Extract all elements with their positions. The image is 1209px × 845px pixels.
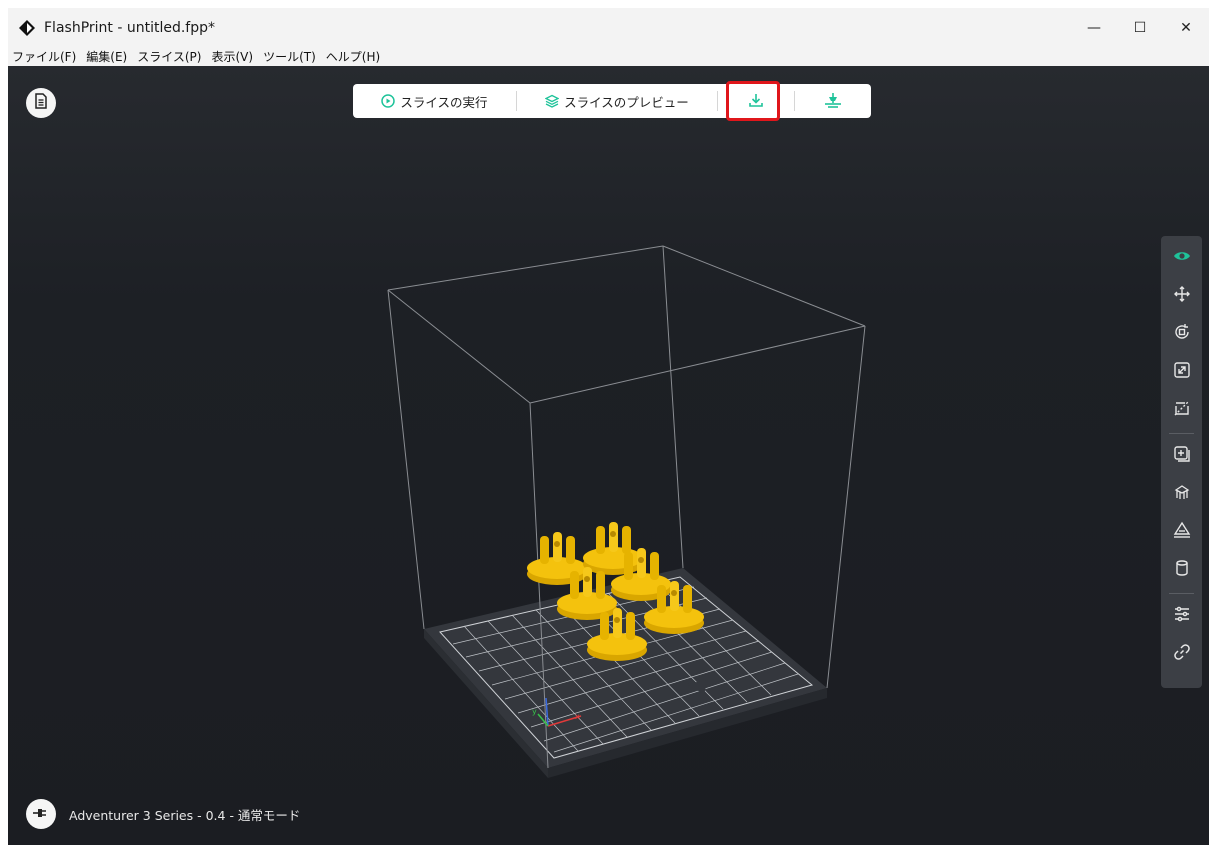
cut-icon	[1173, 399, 1191, 421]
cylinder-button[interactable]	[1161, 554, 1202, 586]
cylinder-icon	[1173, 559, 1191, 581]
place-on-face-icon	[1173, 521, 1191, 543]
layers-icon	[545, 94, 560, 108]
supports-button[interactable]	[1161, 478, 1202, 510]
panel-divider	[1169, 433, 1194, 434]
title-bar: FlashPrint - untitled.fpp* — ☐ ✕	[8, 8, 1209, 47]
menu-view[interactable]: 表示(V)	[207, 48, 259, 65]
machine-status-label: Adventurer 3 Series - 0.4 - 通常モード	[69, 807, 301, 823]
mount-model-2[interactable]	[583, 522, 643, 575]
rotate-button[interactable]	[1161, 318, 1202, 350]
move-button[interactable]	[1161, 280, 1202, 312]
document-icon	[33, 93, 49, 113]
3d-viewport[interactable]: x y スライスの実行 スライスのプレビュー Adventurer 3 Seri…	[8, 66, 1209, 845]
rotate-icon	[1173, 323, 1191, 345]
cut-button[interactable]	[1161, 394, 1202, 426]
run-slice-button[interactable]: スライスの実行	[353, 84, 516, 118]
move-icon	[1173, 285, 1191, 307]
printer-connect-icon	[824, 92, 842, 111]
menu-bar: ファイル(F) 編集(E) スライス(P) 表示(V) ツール(T) ヘルプ(H…	[8, 47, 1209, 66]
settings-sliders-icon	[1173, 605, 1191, 627]
right-tool-panel	[1161, 236, 1202, 688]
add-button[interactable]	[1161, 440, 1202, 472]
top-toolbar: スライスの実行 スライスのプレビュー	[353, 84, 871, 118]
view-icon	[1173, 247, 1191, 269]
link-icon	[1173, 643, 1191, 665]
panel-divider	[1169, 593, 1194, 594]
flashprint-window: FlashPrint - untitled.fpp* — ☐ ✕ ファイル(F)…	[8, 8, 1209, 845]
add-icon	[1173, 445, 1191, 467]
menu-slice[interactable]: スライス(P)	[133, 48, 207, 65]
minimize-button[interactable]: —	[1071, 8, 1117, 47]
status-bar: Adventurer 3 Series - 0.4 - 通常モード	[26, 799, 300, 829]
play-circle-icon	[381, 94, 396, 108]
link-button[interactable]	[1161, 638, 1202, 670]
menu-help[interactable]: ヘルプ(H)	[322, 48, 386, 65]
view-button[interactable]	[1161, 242, 1202, 274]
flashprint-logo-icon	[18, 19, 36, 37]
preview-slice-button[interactable]: スライスのプレビュー	[517, 84, 717, 118]
maximize-button[interactable]: ☐	[1117, 8, 1163, 47]
settings-button[interactable]	[1161, 600, 1202, 632]
preview-slice-label: スライスのプレビュー	[564, 94, 689, 110]
machine-connect-button[interactable]	[26, 799, 56, 829]
export-highlight-box	[726, 81, 780, 121]
close-button[interactable]: ✕	[1163, 8, 1209, 47]
scale-button[interactable]	[1161, 356, 1202, 388]
menu-file[interactable]: ファイル(F)	[8, 48, 82, 65]
window-title: FlashPrint - untitled.fpp*	[44, 19, 216, 36]
models	[527, 522, 704, 661]
place-on-face-button[interactable]	[1161, 516, 1202, 548]
printer-connect-button[interactable]	[795, 84, 871, 118]
menu-tools[interactable]: ツール(T)	[259, 48, 322, 65]
menu-edit[interactable]: 編集(E)	[82, 48, 133, 65]
supports-icon	[1173, 483, 1191, 505]
scale-icon	[1173, 361, 1191, 383]
printer-plug-icon	[32, 805, 50, 824]
run-slice-label: スライスの実行	[400, 94, 488, 110]
document-button[interactable]	[26, 88, 56, 118]
